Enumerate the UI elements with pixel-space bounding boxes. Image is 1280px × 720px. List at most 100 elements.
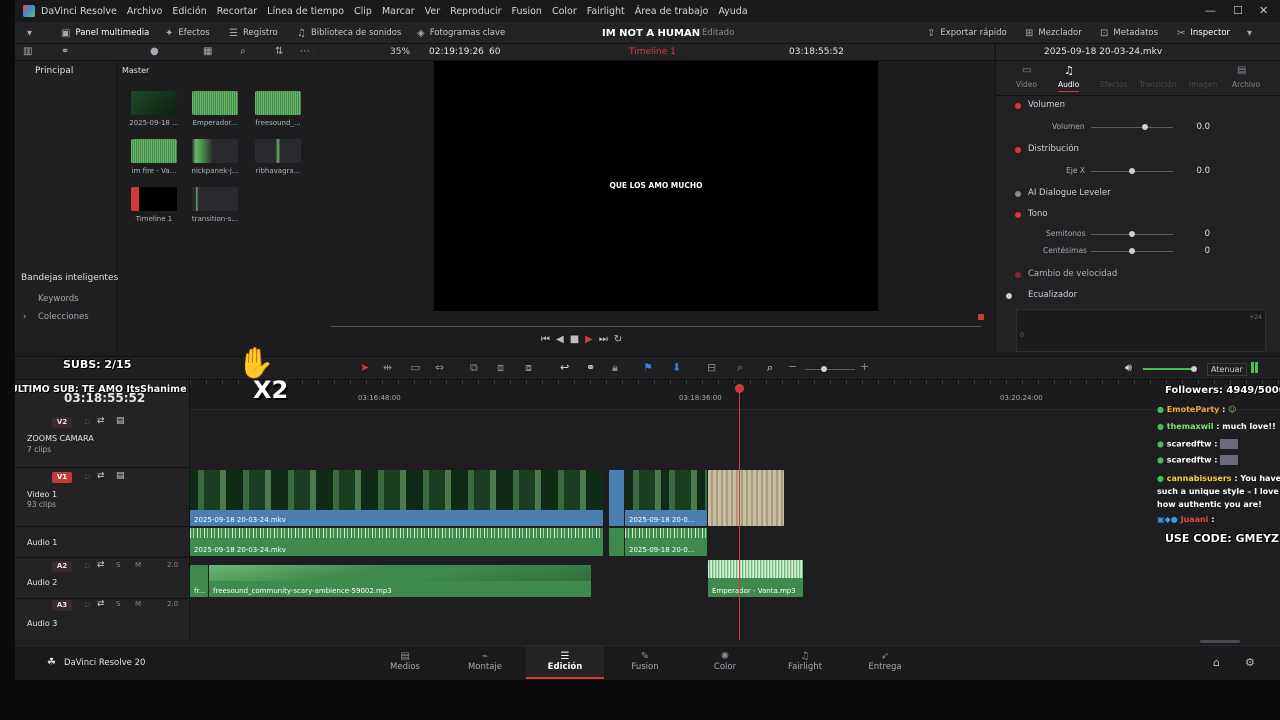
close-icon[interactable]: ✕ [1259,4,1268,17]
attenuate-button[interactable]: Atenuar [1207,363,1247,376]
image-clip[interactable] [708,470,784,526]
sort-icon[interactable]: ⇅ [275,46,283,57]
semitones-slider[interactable] [1091,231,1173,237]
zoom-in-icon[interactable]: + [860,360,869,373]
lock-icon[interactable]: ▫ [84,561,90,571]
menu-reproducir[interactable]: Reproducir [450,6,501,17]
log-button[interactable]: ☰ Registro [229,22,278,44]
maximize-icon[interactable]: ☐ [1233,4,1243,17]
volume-slider[interactable] [1091,124,1173,130]
audio-clip[interactable]: freesound_community-scary-ambience-59002… [209,565,591,597]
select-tool-icon[interactable]: ➤ [360,361,369,374]
inspector-button[interactable]: ✂ Inspector [1177,22,1230,44]
page-tab-cut[interactable]: ⌁ Montaje [446,646,524,679]
tab-audio[interactable]: Audio [1058,80,1080,92]
page-tab-fairlight[interactable]: ♫ Fairlight [766,646,844,679]
blade-tool-icon[interactable]: ▭ [410,361,420,374]
smart-bin-keywords[interactable]: Keywords [38,294,79,304]
media-panel-button[interactable]: ▣ Panel multimedia [61,22,149,44]
mute-button[interactable]: M [135,600,141,608]
speed-enable-toggle[interactable] [1015,272,1021,278]
menu-ver[interactable]: Ver [425,6,441,17]
audio-clip[interactable]: Emperador - Vanta.mp3 [708,560,803,597]
transition-clip[interactable] [609,470,624,526]
audio-clip[interactable]: 2025-09-18 20-0... [625,528,707,556]
lock-icon[interactable]: ▫ [84,600,90,610]
speed-title[interactable]: Cambio de velocidad [1028,269,1117,279]
page-tab-media[interactable]: ▤ Medios [366,646,444,679]
menu-marcar[interactable]: Marcar [382,6,415,17]
sound-library-button[interactable]: ♫ Biblioteca de sonidos [297,22,401,44]
chevron-right-icon[interactable]: › [23,312,26,322]
clip-thumb-audio[interactable] [131,139,177,163]
solo-button[interactable]: S [116,561,120,569]
metadata-button[interactable]: ⊡ Metadatos [1100,22,1158,44]
clip-thumb-audio[interactable] [255,91,301,115]
volume-enable-toggle[interactable] [1015,103,1021,109]
pan-enable-toggle[interactable] [1015,147,1021,153]
cents-slider-knob[interactable] [1129,248,1135,254]
quick-export-button[interactable]: ⇪ Exportar rápido [927,22,1007,44]
grid-view-icon[interactable]: ▦ [203,46,212,57]
speaker-icon[interactable]: 🔊︎ [1125,361,1132,375]
timeline-ruler[interactable]: 03:16:48:00 03:18:36:00 03:20:24:00 [190,380,1280,410]
menu-recortar[interactable]: Recortar [217,6,257,17]
pan-slider[interactable] [1091,168,1173,174]
link-icon[interactable]: ⚭ [61,46,69,57]
viewer-screen[interactable]: QUE LOS AMO MUCHO [434,61,878,311]
audio-clip[interactable]: 2025-09-18 20-03-24.mkv [190,528,603,556]
toolbar-expand-button[interactable]: ▾ [1247,22,1252,44]
track-id-v1[interactable]: V1 [52,472,72,483]
reverse-icon[interactable]: ◀ [556,334,570,345]
mixer-button[interactable]: ⊞ Mezclador [1025,22,1082,44]
page-tab-edit[interactable]: ☰ Edición [526,646,604,679]
eq-enable-toggle[interactable] [1006,293,1012,299]
minimize-icon[interactable]: — [1205,4,1216,17]
stop-icon[interactable]: ■ [570,334,585,345]
semitones-value[interactable]: 0 [1186,229,1210,239]
go-to-end-icon[interactable]: ⏭ [599,334,614,345]
zoom-slider-knob[interactable] [821,366,827,372]
size-slider-icon[interactable]: ● [150,46,159,57]
clip-thumb-audio[interactable] [192,139,238,163]
pan-value[interactable]: 0.0 [1186,166,1210,176]
clip-thumb-video[interactable] [131,91,177,115]
trim-tool-icon[interactable]: ⇹ [383,361,392,374]
clip-thumb-audio[interactable] [255,139,301,163]
menu-archivo[interactable]: Archivo [127,6,163,17]
pitch-enable-toggle[interactable] [1015,212,1021,218]
menu-ayuda[interactable]: Ayuda [718,6,747,17]
more-options-icon[interactable]: ⋯ [300,46,310,57]
menu-color[interactable]: Color [552,6,577,17]
menu-fairlight[interactable]: Fairlight [587,6,625,17]
zoom-custom-icon[interactable]: ⌕ [767,361,773,375]
link-clips-icon[interactable]: ⚭ [586,361,595,374]
panel-toggle-button[interactable]: ▾ [27,22,32,44]
zoom-level[interactable]: 35% [390,47,410,57]
marker-icon[interactable]: ⬇ [672,361,681,374]
volume-value[interactable]: 0.0 [1186,122,1210,132]
zoom-full-icon[interactable]: ⊟ [707,361,716,374]
timeline-thumb[interactable] [131,187,177,211]
volume-slider-knob[interactable] [1142,124,1149,130]
page-tab-deliver[interactable]: ➶ Entrega [846,646,924,679]
home-icon[interactable]: ⌂ [1213,656,1220,669]
timeline-tracks[interactable]: 03:16:48:00 03:18:36:00 03:20:24:00 2025… [190,380,1280,643]
lock-icon[interactable]: 🔒︎ [612,361,618,375]
tab-video[interactable]: Video [1016,80,1037,89]
bin-principal[interactable]: Principal [35,66,73,76]
timeline-zoom-slider[interactable] [805,366,855,372]
zoom-detail-icon[interactable]: ⌕ [737,361,743,375]
timeline-scrollbar[interactable] [1200,640,1240,643]
insert-clip-icon[interactable]: ⧉ [470,361,478,375]
dialogue-enable-toggle[interactable] [1015,191,1021,197]
solo-button[interactable]: S [116,600,120,608]
track-display-icon[interactable]: ▤ [116,416,125,426]
lock-icon[interactable]: ▫ [84,417,90,427]
flag-icon[interactable]: ⚑ [643,361,653,374]
gear-icon[interactable]: ⚙ [1245,656,1255,669]
track-display-icon[interactable]: ▤ [116,471,125,481]
track-id-v2[interactable]: V2 [52,417,72,428]
dynamic-trim-icon[interactable]: ⇔ [435,361,444,374]
cents-slider[interactable] [1091,248,1173,254]
